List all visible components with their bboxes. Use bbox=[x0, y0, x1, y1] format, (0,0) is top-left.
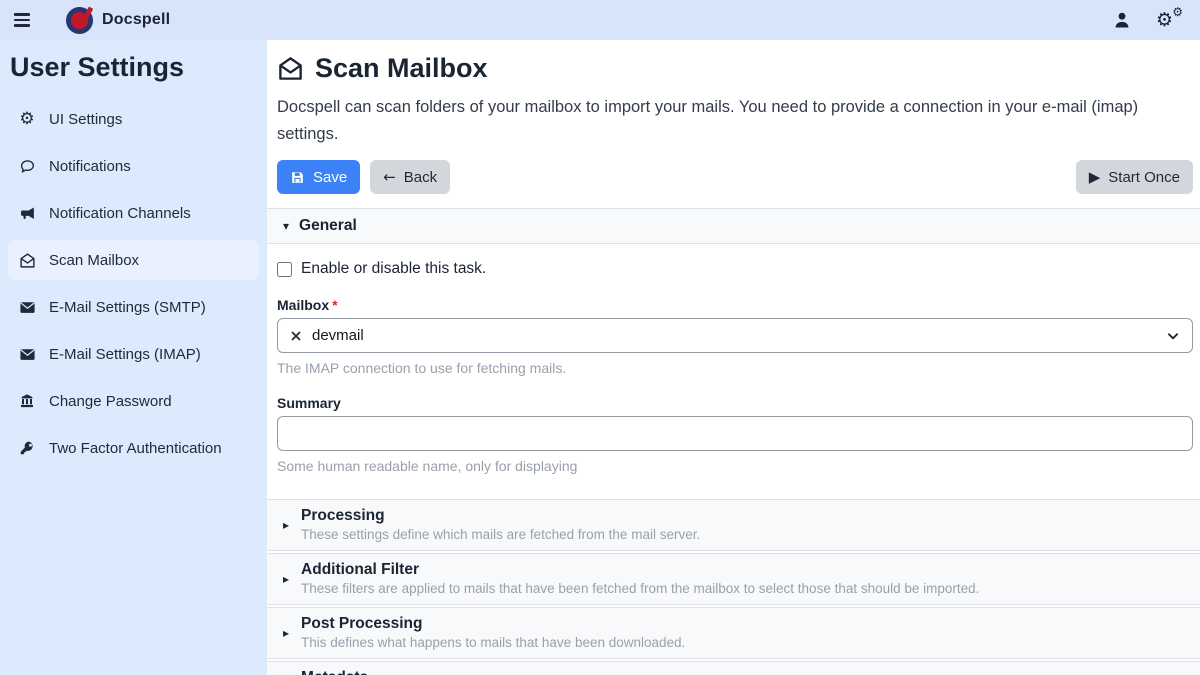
sidebar-item-ui-settings[interactable]: ⚙ UI Settings bbox=[8, 99, 259, 139]
required-asterisk: * bbox=[332, 297, 337, 313]
mailbox-label: Mailbox* bbox=[277, 297, 1190, 313]
sidebar-item-two-factor[interactable]: Two Factor Authentication bbox=[8, 428, 259, 468]
caret-right-icon: ▸ bbox=[283, 518, 289, 532]
sidebar-item-label: Two Factor Authentication bbox=[49, 440, 222, 457]
start-once-button[interactable]: ▶ Start Once bbox=[1076, 160, 1193, 194]
sidebar-item-change-password[interactable]: Change Password bbox=[8, 381, 259, 421]
key-icon bbox=[18, 440, 36, 456]
sidebar-title: User Settings bbox=[10, 52, 259, 83]
top-navbar: Docspell ⚙⚙ bbox=[0, 0, 1200, 40]
section-description: These settings define which mails are fe… bbox=[301, 527, 700, 542]
sidebar-item-label: E-Mail Settings (IMAP) bbox=[49, 346, 201, 363]
sidebar-item-label: Change Password bbox=[49, 393, 172, 410]
sidebar-item-notification-channels[interactable]: Notification Channels bbox=[8, 193, 259, 233]
section-title: Additional Filter bbox=[301, 561, 979, 579]
password-icon bbox=[18, 393, 36, 409]
mailbox-select[interactable]: devmail bbox=[277, 318, 1193, 353]
sidebar-item-label: UI Settings bbox=[49, 111, 122, 128]
sidebar-item-label: Scan Mailbox bbox=[49, 252, 139, 269]
brand-name: Docspell bbox=[102, 11, 170, 29]
back-arrow-icon: ← bbox=[383, 168, 396, 186]
summary-input[interactable] bbox=[277, 416, 1193, 451]
sidebar-item-label: E-Mail Settings (SMTP) bbox=[49, 299, 206, 316]
save-button[interactable]: Save bbox=[277, 160, 360, 194]
sidebar-item-email-smtp[interactable]: E-Mail Settings (SMTP) bbox=[8, 287, 259, 327]
chat-bubble-icon bbox=[18, 158, 36, 175]
sidebar-item-email-imap[interactable]: E-Mail Settings (IMAP) bbox=[8, 334, 259, 374]
section-title: Post Processing bbox=[301, 615, 685, 633]
section-metadata[interactable]: ▸ Metadata Define metadata that should b… bbox=[267, 661, 1200, 675]
enable-task-row[interactable]: Enable or disable this task. bbox=[277, 260, 1190, 278]
page-description: Docspell can scan folders of your mailbo… bbox=[277, 94, 1188, 147]
section-additional-filter[interactable]: ▸ Additional Filter These filters are ap… bbox=[267, 553, 1200, 605]
sidebar-item-notifications[interactable]: Notifications bbox=[8, 146, 259, 186]
mailbox-help-text: The IMAP connection to use for fetching … bbox=[277, 360, 1190, 376]
envelope-icon bbox=[18, 299, 36, 316]
menu-icon[interactable] bbox=[12, 9, 32, 31]
caret-right-icon: ▸ bbox=[283, 626, 289, 640]
caret-down-icon: ▾ bbox=[283, 219, 289, 233]
envelope-icon bbox=[18, 346, 36, 363]
clear-selection-icon[interactable] bbox=[290, 330, 302, 342]
user-settings-sidebar: User Settings ⚙ UI Settings Notification… bbox=[0, 40, 267, 675]
sidebar-item-label: Notification Channels bbox=[49, 205, 191, 222]
settings-gears-icon[interactable]: ⚙⚙ bbox=[1156, 9, 1182, 31]
chevron-down-icon bbox=[1166, 329, 1180, 343]
brand[interactable]: Docspell bbox=[66, 7, 170, 34]
section-title: Metadata bbox=[301, 669, 736, 675]
mailbox-selected-value: devmail bbox=[312, 327, 364, 344]
enable-task-label: Enable or disable this task. bbox=[301, 260, 486, 278]
sidebar-item-label: Notifications bbox=[49, 158, 131, 175]
section-processing[interactable]: ▸ Processing These settings define which… bbox=[267, 499, 1200, 551]
sidebar-item-scan-mailbox[interactable]: Scan Mailbox bbox=[8, 240, 259, 280]
save-icon bbox=[290, 170, 305, 185]
summary-help-text: Some human readable name, only for displ… bbox=[277, 458, 1190, 474]
open-envelope-icon bbox=[277, 55, 304, 82]
section-description: This defines what happens to mails that … bbox=[301, 635, 685, 650]
general-section-header[interactable]: ▾ General bbox=[267, 208, 1200, 244]
enable-task-checkbox[interactable] bbox=[277, 262, 292, 277]
docspell-logo-icon bbox=[66, 7, 93, 34]
open-envelope-icon bbox=[18, 252, 36, 269]
gear-icon: ⚙ bbox=[18, 110, 36, 128]
section-description: These filters are applied to mails that … bbox=[301, 581, 979, 596]
caret-right-icon: ▸ bbox=[283, 572, 289, 586]
play-icon: ▶ bbox=[1089, 168, 1101, 186]
summary-label: Summary bbox=[277, 395, 1190, 411]
page-title: Scan Mailbox bbox=[315, 53, 488, 84]
scan-mailbox-panel: Scan Mailbox Docspell can scan folders o… bbox=[267, 40, 1200, 675]
megaphone-icon bbox=[18, 205, 36, 222]
section-title: Processing bbox=[301, 507, 700, 525]
user-account-icon[interactable] bbox=[1112, 10, 1132, 30]
back-button[interactable]: ← Back bbox=[370, 160, 450, 194]
section-post-processing[interactable]: ▸ Post Processing This defines what happ… bbox=[267, 607, 1200, 659]
